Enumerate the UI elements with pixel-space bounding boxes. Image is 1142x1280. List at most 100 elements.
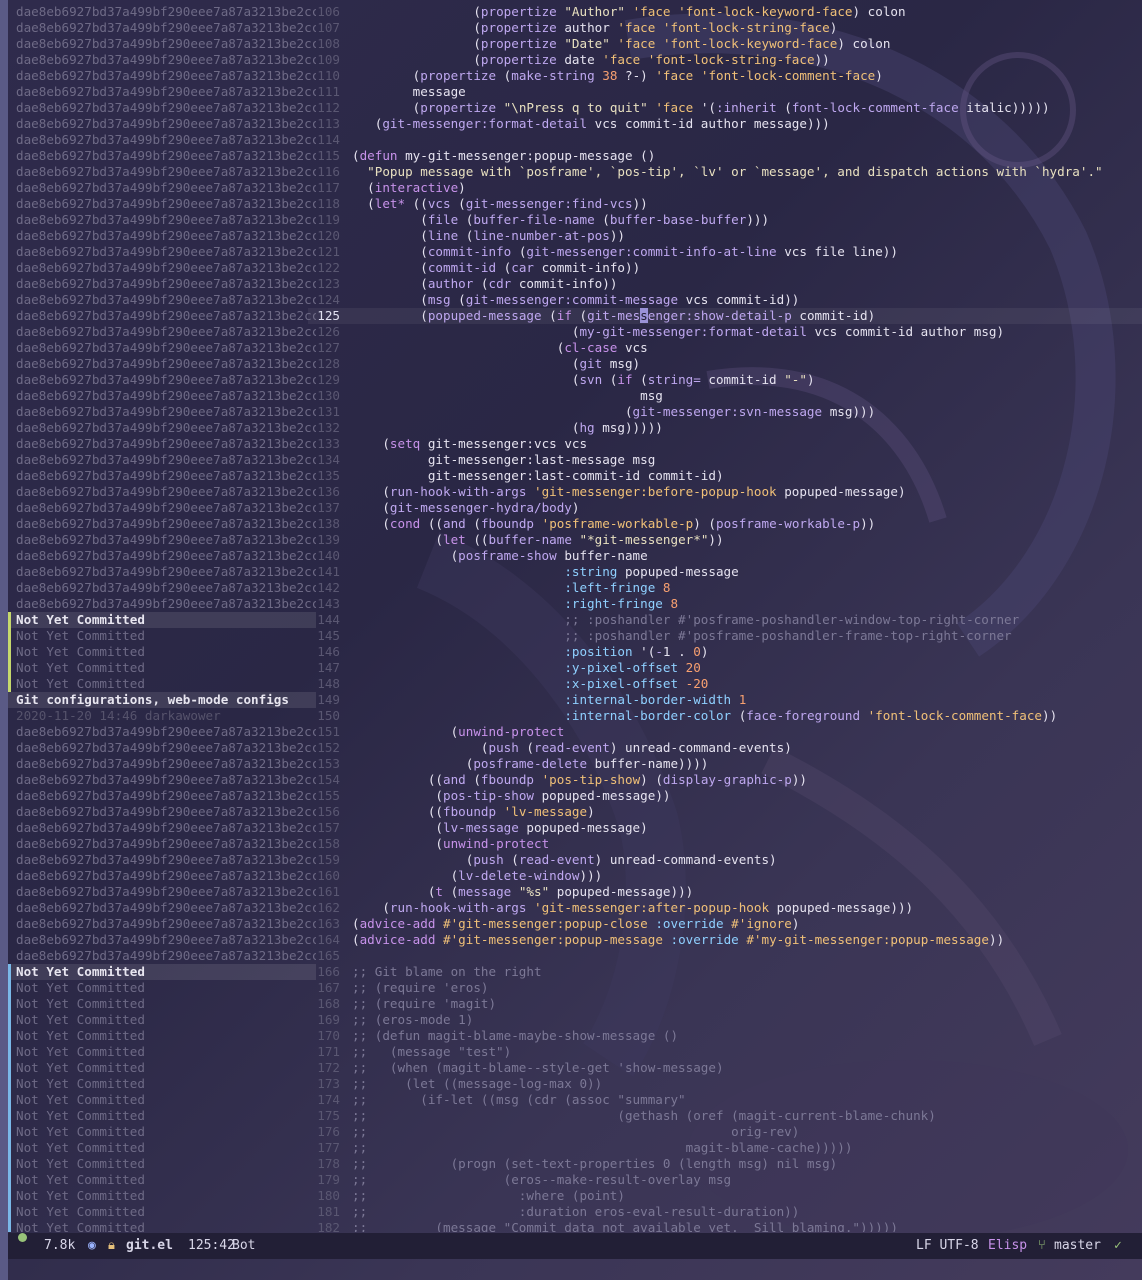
- code-text[interactable]: (advice-add #'git-messenger:popup-close …: [352, 916, 799, 932]
- code-text[interactable]: git-messenger:last-message msg: [352, 452, 655, 468]
- code-text[interactable]: (unwind-protect: [352, 724, 565, 740]
- code-line[interactable]: Not Yet Committed 182 ;; (message "Commit …: [8, 1220, 1142, 1232]
- code-text[interactable]: ((and (fboundp 'pos-tip-show) (display-g…: [352, 772, 807, 788]
- code-text[interactable]: ;; (gethash (oref (magit-current-blame-c…: [352, 1108, 936, 1124]
- code-text[interactable]: :string popuped-message: [352, 564, 738, 580]
- blame-hash[interactable]: dae8eb6927bd37a499bf290eee7a87a3213be2cc: [8, 180, 316, 196]
- code-line[interactable]: dae8eb6927bd37a499bf290eee7a87a3213be2cc…: [8, 740, 1142, 756]
- code-line[interactable]: Not Yet Committed 181 ;; :duration eros-ev…: [8, 1204, 1142, 1220]
- code-line[interactable]: dae8eb6927bd37a499bf290eee7a87a3213be2cc…: [8, 212, 1142, 228]
- code-line[interactable]: Not Yet Committed 176 ;; orig-rev): [8, 1124, 1142, 1140]
- code-text[interactable]: (lv-message popuped-message): [352, 820, 647, 836]
- code-text[interactable]: (push (read-event) unread-command-events…: [352, 852, 777, 868]
- blame-hash[interactable]: dae8eb6927bd37a499bf290eee7a87a3213be2cc: [8, 836, 316, 852]
- blame-not-committed[interactable]: Not Yet Committed: [8, 1108, 316, 1124]
- code-line[interactable]: dae8eb6927bd37a499bf290eee7a87a3213be2cc…: [8, 820, 1142, 836]
- code-text[interactable]: ;; Git blame on the right: [352, 964, 542, 980]
- blame-not-committed[interactable]: Not Yet Committed: [8, 1028, 316, 1044]
- code-text[interactable]: :position '(-1 . 0): [352, 644, 708, 660]
- code-line[interactable]: Not Yet Committed 148 :x-pixel-offset -20: [8, 676, 1142, 692]
- code-text[interactable]: (propertize author 'face 'font-lock-stri…: [352, 20, 837, 36]
- code-text[interactable]: ;; :poshandler #'posframe-poshandler-fra…: [352, 628, 1011, 644]
- code-line[interactable]: dae8eb6927bd37a499bf290eee7a87a3213be2cc…: [8, 468, 1142, 484]
- code-text[interactable]: ;; (eros-mode 1): [352, 1012, 473, 1028]
- code-text[interactable]: (hg msg))))): [352, 420, 663, 436]
- code-line[interactable]: dae8eb6927bd37a499bf290eee7a87a3213be2cc…: [8, 324, 1142, 340]
- code-text[interactable]: (cond ((and (fboundp 'posframe-workable-…: [352, 516, 875, 532]
- git-branch[interactable]: master: [1054, 1233, 1101, 1259]
- code-line[interactable]: Not Yet Committed 167 ;; (require 'eros): [8, 980, 1142, 996]
- blame-hash[interactable]: dae8eb6927bd37a499bf290eee7a87a3213be2cc: [8, 164, 316, 180]
- blame-hash[interactable]: dae8eb6927bd37a499bf290eee7a87a3213be2cc: [8, 292, 316, 308]
- code-text[interactable]: (posframe-show buffer-name: [352, 548, 648, 564]
- code-line[interactable]: Not Yet Committed 171 ;; (message "test"): [8, 1044, 1142, 1060]
- blame-hash[interactable]: dae8eb6927bd37a499bf290eee7a87a3213be2cc: [8, 404, 316, 420]
- code-line[interactable]: dae8eb6927bd37a499bf290eee7a87a3213be2cc…: [8, 516, 1142, 532]
- code-text[interactable]: (setq git-messenger:vcs vcs: [352, 436, 587, 452]
- blame-not-committed[interactable]: Not Yet Committed: [8, 644, 316, 660]
- code-text[interactable]: (popuped-message (if (git-messenger:show…: [352, 308, 875, 324]
- blame-not-committed[interactable]: Not Yet Committed: [8, 980, 316, 996]
- code-text[interactable]: ;; :duration eros-eval-result-duration)): [352, 1204, 799, 1220]
- code-text[interactable]: ;; (message "test"): [352, 1044, 511, 1060]
- code-line[interactable]: Not Yet Committed 166 ;; Git blame on the …: [8, 964, 1142, 980]
- code-text[interactable]: msg: [352, 388, 663, 404]
- blame-hash[interactable]: dae8eb6927bd37a499bf290eee7a87a3213be2cc: [8, 356, 316, 372]
- blame-hash[interactable]: dae8eb6927bd37a499bf290eee7a87a3213be2cc: [8, 452, 316, 468]
- blame-not-committed[interactable]: Not Yet Committed: [8, 612, 316, 628]
- code-text[interactable]: ;; (progn (set-text-properties 0 (length…: [352, 1156, 837, 1172]
- code-line[interactable]: dae8eb6927bd37a499bf290eee7a87a3213be2cc…: [8, 132, 1142, 148]
- encoding[interactable]: LF UTF-8: [916, 1233, 979, 1259]
- blame-hash[interactable]: dae8eb6927bd37a499bf290eee7a87a3213be2cc: [8, 852, 316, 868]
- blame-not-committed[interactable]: Not Yet Committed: [8, 1124, 316, 1140]
- code-text[interactable]: :x-pixel-offset -20: [352, 676, 708, 692]
- code-line[interactable]: Not Yet Committed 169 ;; (eros-mode 1): [8, 1012, 1142, 1028]
- blame-not-committed[interactable]: Not Yet Committed: [8, 1012, 316, 1028]
- code-line[interactable]: dae8eb6927bd37a499bf290eee7a87a3213be2cc…: [8, 852, 1142, 868]
- code-text[interactable]: (git msg): [352, 356, 640, 372]
- blame-hash[interactable]: dae8eb6927bd37a499bf290eee7a87a3213be2cc: [8, 68, 316, 84]
- blame-not-committed[interactable]: Not Yet Committed: [8, 1092, 316, 1108]
- code-text[interactable]: ;; (when (magit-blame--style-get 'show-m…: [352, 1060, 724, 1076]
- code-line[interactable]: dae8eb6927bd37a499bf290eee7a87a3213be2cc…: [8, 180, 1142, 196]
- blame-hash[interactable]: dae8eb6927bd37a499bf290eee7a87a3213be2cc: [8, 948, 316, 964]
- editor-window[interactable]: dae8eb6927bd37a499bf290eee7a87a3213be2cc…: [8, 4, 1142, 1232]
- code-text[interactable]: (propertize "Date" 'face 'font-lock-keyw…: [352, 36, 890, 52]
- code-text[interactable]: (propertize "Author" 'face 'font-lock-ke…: [352, 4, 905, 20]
- blame-hash[interactable]: dae8eb6927bd37a499bf290eee7a87a3213be2cc: [8, 324, 316, 340]
- blame-hash[interactable]: dae8eb6927bd37a499bf290eee7a87a3213be2cc: [8, 52, 316, 68]
- blame-hash[interactable]: dae8eb6927bd37a499bf290eee7a87a3213be2cc: [8, 100, 316, 116]
- code-text[interactable]: ;; magit-blame-cache))))): [352, 1140, 852, 1156]
- code-line[interactable]: dae8eb6927bd37a499bf290eee7a87a3213be2cc…: [8, 788, 1142, 804]
- code-text[interactable]: :y-pixel-offset 20: [352, 660, 701, 676]
- code-line[interactable]: dae8eb6927bd37a499bf290eee7a87a3213be2cc…: [8, 420, 1142, 436]
- blame-not-committed[interactable]: Not Yet Committed: [8, 1220, 316, 1232]
- code-text[interactable]: (let ((buffer-name "*git-messenger*")): [352, 532, 723, 548]
- blame-hash[interactable]: dae8eb6927bd37a499bf290eee7a87a3213be2cc: [8, 276, 316, 292]
- code-line[interactable]: dae8eb6927bd37a499bf290eee7a87a3213be2cc…: [8, 932, 1142, 948]
- blame-hash[interactable]: dae8eb6927bd37a499bf290eee7a87a3213be2cc: [8, 116, 316, 132]
- blame-hash[interactable]: dae8eb6927bd37a499bf290eee7a87a3213be2cc: [8, 212, 316, 228]
- blame-hash[interactable]: dae8eb6927bd37a499bf290eee7a87a3213be2cc: [8, 500, 316, 516]
- code-line[interactable]: Not Yet Committed 172 ;; (when (magit-blam…: [8, 1060, 1142, 1076]
- code-line[interactable]: Not Yet Committed 180 ;; :where (point): [8, 1188, 1142, 1204]
- code-text[interactable]: (lv-delete-window))): [352, 868, 603, 884]
- code-text[interactable]: ;; (if-let ((msg (cdr (assoc "summary": [352, 1092, 686, 1108]
- code-line[interactable]: dae8eb6927bd37a499bf290eee7a87a3213be2cc…: [8, 548, 1142, 564]
- blame-not-committed[interactable]: Not Yet Committed: [8, 660, 316, 676]
- code-line[interactable]: Not Yet Committed 177 ;; magit-blame-cache…: [8, 1140, 1142, 1156]
- blame-not-committed[interactable]: Not Yet Committed: [8, 676, 316, 692]
- code-line[interactable]: dae8eb6927bd37a499bf290eee7a87a3213be2cc…: [8, 884, 1142, 900]
- blame-hash[interactable]: dae8eb6927bd37a499bf290eee7a87a3213be2cc: [8, 564, 316, 580]
- code-text[interactable]: "Popup message with `posframe', `pos-tip…: [352, 164, 1102, 180]
- code-text[interactable]: (let* ((vcs (git-messenger:find-vcs)): [352, 196, 648, 212]
- code-line[interactable]: Not Yet Committed 168 ;; (require 'magit): [8, 996, 1142, 1012]
- code-line[interactable]: dae8eb6927bd37a499bf290eee7a87a3213be2cc…: [8, 404, 1142, 420]
- code-text[interactable]: ;; orig-rev): [352, 1124, 799, 1140]
- code-text[interactable]: ;; (require 'magit): [352, 996, 496, 1012]
- code-line[interactable]: dae8eb6927bd37a499bf290eee7a87a3213be2cc…: [8, 836, 1142, 852]
- blame-not-committed[interactable]: Not Yet Committed: [8, 1156, 316, 1172]
- blame-not-committed[interactable]: Not Yet Committed: [8, 1076, 316, 1092]
- code-line[interactable]: dae8eb6927bd37a499bf290eee7a87a3213be2cc…: [8, 532, 1142, 548]
- code-line[interactable]: dae8eb6927bd37a499bf290eee7a87a3213be2cc…: [8, 228, 1142, 244]
